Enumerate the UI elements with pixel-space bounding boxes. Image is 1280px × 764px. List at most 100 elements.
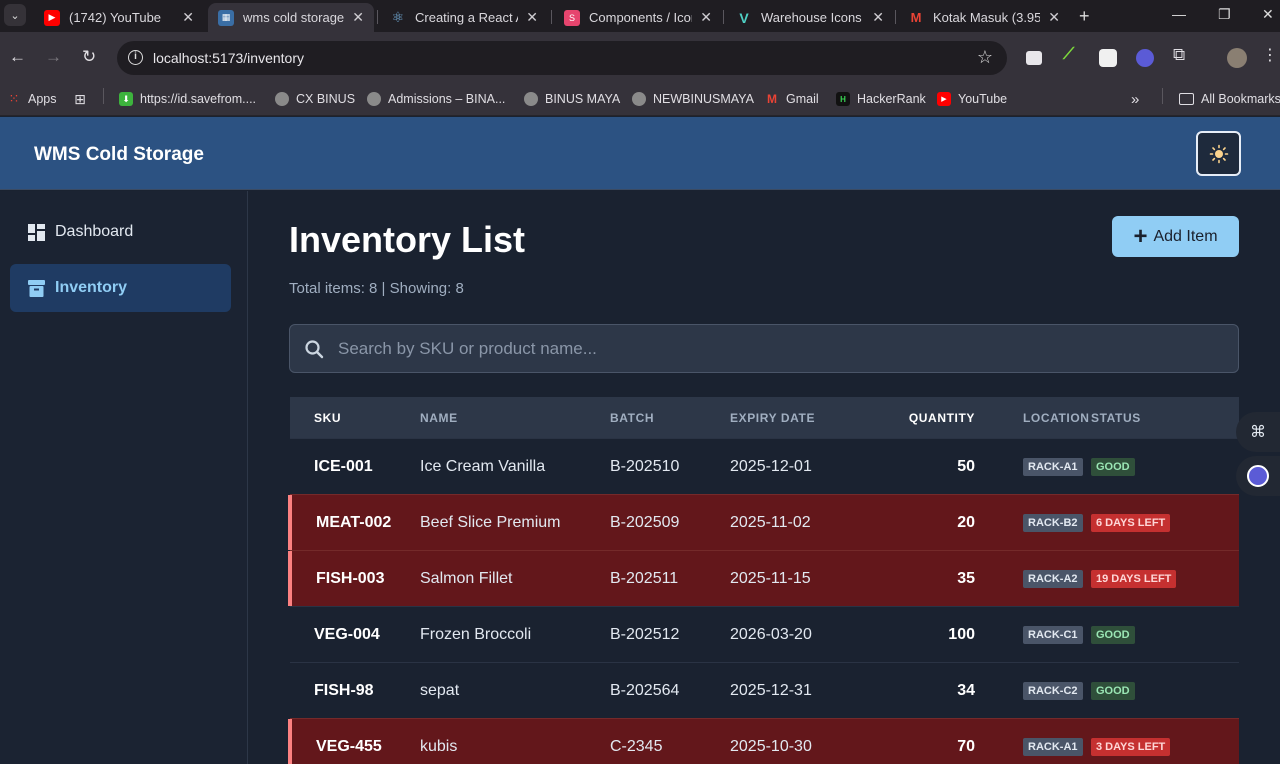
- cell-sku: FISH-98: [314, 681, 374, 699]
- bookmark-savefrom[interactable]: ⬇ https://id.savefrom....: [119, 88, 256, 110]
- cell-status: 3 DAYS LEFT: [1091, 737, 1201, 756]
- forward-icon[interactable]: →: [45, 48, 62, 66]
- tab-title: (1742) YouTube: [69, 10, 162, 25]
- table-row[interactable]: MEAT-002 Beef Slice Premium B-202509 2025-1…: [288, 494, 1239, 550]
- cell-sku: ICE-001: [314, 457, 373, 475]
- tab-title: Kotak Masuk (3.95: [933, 10, 1041, 25]
- back-icon[interactable]: ←: [9, 48, 26, 66]
- table-row[interactable]: ICE-001 Ice Cream Vanilla B-202510 2025-12-…: [290, 438, 1239, 494]
- table-header: SKU NAME BATCH EXPIRY DATE QUANTITY LOCA…: [290, 397, 1239, 438]
- column-header-status[interactable]: STATUS: [1091, 411, 1201, 425]
- location-badge: RACK-A1: [1023, 458, 1083, 476]
- location-badge: RACK-C2: [1023, 682, 1083, 700]
- search-box: [289, 324, 1239, 373]
- floating-shortcut-button[interactable]: ⌘: [1236, 412, 1280, 452]
- address-bar[interactable]: i localhost:5173/inventory ☆: [117, 41, 1007, 75]
- cell-sku: VEG-455: [316, 737, 382, 755]
- cell-sku: FISH-003: [316, 569, 385, 587]
- command-icon: ⌘: [1250, 424, 1266, 441]
- cell-sku: MEAT-002: [316, 513, 392, 531]
- extensions-puzzle-icon[interactable]: ⧉: [1173, 45, 1191, 64]
- table-row[interactable]: FISH-003 Salmon Fillet B-202511 2025-11-15 3…: [288, 550, 1239, 606]
- close-window-icon[interactable]: ✕: [1262, 6, 1274, 23]
- new-tab-button[interactable]: +: [1079, 6, 1090, 27]
- app-brand: WMS Cold Storage: [34, 144, 204, 165]
- extension-bot-icon[interactable]: [1136, 49, 1154, 67]
- bookmark-hackerrank[interactable]: H HackerRank: [836, 88, 926, 110]
- bookmark-star-icon[interactable]: ☆: [977, 47, 993, 68]
- extension-screen-icon[interactable]: [1026, 51, 1042, 65]
- dashboard-icon: [28, 223, 45, 241]
- bookmark-label: Apps: [28, 92, 57, 106]
- table-row[interactable]: FISH-98 sepat B-202564 2025-12-31 34 RACK-C2 G…: [290, 662, 1239, 718]
- cell-batch: B-202509: [610, 513, 680, 531]
- close-tab-icon[interactable]: ✕: [182, 9, 194, 26]
- bookmark-apps[interactable]: ⁙ Apps: [7, 88, 57, 110]
- tab-divider: [551, 10, 552, 24]
- search-input[interactable]: [338, 337, 1218, 361]
- close-tab-icon[interactable]: ✕: [352, 9, 364, 26]
- restore-icon[interactable]: ❐: [1218, 6, 1231, 23]
- add-item-button[interactable]: + Add Item: [1112, 216, 1239, 257]
- close-tab-icon[interactable]: ✕: [700, 9, 712, 26]
- bookmark-divider: [1162, 88, 1163, 104]
- cell-sku: VEG-004: [314, 625, 380, 643]
- browser-menu-icon[interactable]: ⋮: [1262, 45, 1280, 64]
- cell-batch: C-2345: [610, 737, 663, 755]
- column-header-expiry[interactable]: EXPIRY DATE: [730, 411, 850, 425]
- extension-grid-icon[interactable]: [1099, 49, 1117, 67]
- cell-batch: B-202510: [610, 457, 680, 475]
- site-favicon-icon: ▦: [218, 9, 234, 26]
- tab-search-button[interactable]: ⌄: [4, 4, 26, 26]
- browser-tab-wms[interactable]: ▦ wms cold storage ✕: [208, 3, 374, 32]
- column-header-quantity[interactable]: QUANTITY: [850, 411, 975, 425]
- browser-tab-components[interactable]: S Components / Icon ✕: [554, 3, 722, 32]
- browser-tab-warehouse-icons[interactable]: V Warehouse Icons & ✕: [726, 3, 894, 32]
- sidebar-item-inventory[interactable]: Inventory: [10, 264, 231, 312]
- floating-assistant-button[interactable]: [1236, 456, 1280, 496]
- close-tab-icon[interactable]: ✕: [872, 9, 884, 26]
- bookmark-gmail[interactable]: M Gmail: [765, 88, 819, 110]
- status-badge: 6 DAYS LEFT: [1091, 514, 1171, 532]
- column-header-sku[interactable]: SKU: [290, 411, 420, 425]
- all-bookmarks-button[interactable]: All Bookmarks: [1179, 88, 1280, 110]
- cell-status: GOOD: [1091, 681, 1201, 700]
- bookmarks-overflow-icon[interactable]: »: [1131, 88, 1139, 110]
- download-arrow-icon: ⬇: [119, 92, 133, 106]
- column-header-location[interactable]: LOCATION: [975, 411, 1091, 425]
- browser-tab-react[interactable]: ⚛ Creating a React A ✕: [380, 3, 548, 32]
- profile-avatar[interactable]: [1227, 48, 1247, 68]
- extension-chart-icon[interactable]: ⟋: [1063, 46, 1081, 64]
- theme-toggle-button[interactable]: [1196, 131, 1241, 176]
- bookmark-youtube[interactable]: ▶ YouTube: [937, 88, 1007, 110]
- hackerrank-icon: H: [836, 92, 850, 106]
- bookmark-label: YouTube: [958, 92, 1008, 106]
- column-header-batch[interactable]: BATCH: [610, 411, 730, 425]
- bookmark-newbinusmaya[interactable]: NEWBINUSMAYA: [632, 88, 754, 110]
- youtube-icon: ▶: [937, 92, 951, 106]
- reload-icon[interactable]: ↻: [82, 48, 96, 66]
- site-info-icon[interactable]: i: [128, 50, 143, 65]
- close-tab-icon[interactable]: ✕: [526, 9, 538, 26]
- table-row[interactable]: VEG-004 Frozen Broccoli B-202512 2026-03-20…: [290, 606, 1239, 662]
- bookmark-binus-maya[interactable]: BINUS MAYA: [524, 88, 620, 110]
- bookmark-label: BINUS MAYA: [545, 92, 621, 106]
- close-tab-icon[interactable]: ✕: [1048, 9, 1060, 26]
- status-badge: GOOD: [1091, 682, 1135, 700]
- column-header-name[interactable]: NAME: [420, 411, 610, 425]
- react-icon: ⚛: [391, 9, 405, 25]
- sidebar-item-dashboard[interactable]: Dashboard: [10, 208, 231, 256]
- tab-groups-icon: ⊞: [74, 90, 86, 107]
- browser-tab-gmail[interactable]: M Kotak Masuk (3.95 ✕: [898, 3, 1070, 32]
- status-badge: GOOD: [1091, 458, 1135, 476]
- sidebar-item-label: Dashboard: [55, 223, 134, 240]
- minimize-icon[interactable]: —: [1172, 6, 1186, 22]
- bookmark-admissions[interactable]: Admissions – BINA...: [367, 88, 505, 110]
- tab-title: Warehouse Icons &: [761, 10, 865, 25]
- cell-quantity: 70: [957, 737, 975, 755]
- cell-name: Salmon Fillet: [420, 569, 513, 587]
- browser-tab-youtube[interactable]: ▶ (1742) YouTube ✕: [34, 3, 204, 32]
- bookmark-cx-binus[interactable]: CX BINUS: [275, 88, 355, 110]
- bookmark-tab-groups[interactable]: ⊞: [73, 88, 94, 110]
- table-row[interactable]: VEG-455 kubis C-2345 2025-10-30 70 RACK-A1 3 D…: [288, 718, 1239, 764]
